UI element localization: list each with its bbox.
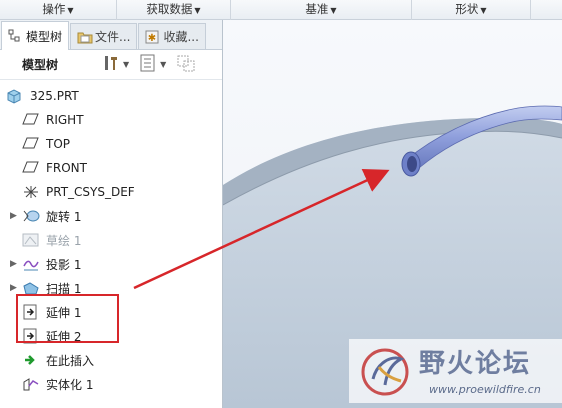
tree-item-top[interactable]: TOP: [0, 132, 222, 156]
svg-text:✱: ✱: [148, 33, 156, 44]
dropdown-caret-icon: ▼: [330, 6, 337, 15]
navigator-tabs: 模型树 文件... ✱ 收藏...: [0, 20, 222, 50]
insert-here-arrow-icon: [22, 352, 40, 368]
expand-arrow-icon[interactable]: ▶: [10, 283, 17, 293]
highlight-box: [16, 294, 119, 343]
dropdown-caret-icon: ▼: [123, 60, 130, 69]
menu-shapes[interactable]: 形状 ▼: [412, 0, 530, 20]
tree-tools-button[interactable]: ▼: [102, 54, 129, 75]
tree-item-revolve[interactable]: ▶ 旋转 1: [0, 204, 222, 228]
tab-model-tree[interactable]: 模型树: [1, 21, 70, 50]
dropdown-caret-icon: ▼: [160, 60, 167, 69]
folder-icon: [77, 30, 93, 44]
tree-settings-button[interactable]: ▼: [139, 54, 166, 75]
menu-datum[interactable]: 基准 ▼: [231, 0, 411, 20]
menu-operations[interactable]: 操作 ▼: [0, 0, 116, 20]
tree-root[interactable]: 325.PRT: [0, 84, 222, 108]
settings-list-icon: [139, 54, 157, 75]
tree-filter-button[interactable]: [176, 54, 196, 75]
datum-plane-icon: [22, 112, 40, 128]
toolbar-title: 模型树: [22, 58, 59, 72]
navigator-panel: 模型树 文件... ✱ 收藏... 模型树 ▼ ▼ 325.PRT RIGHT …: [0, 20, 223, 408]
tab-files[interactable]: 文件...: [70, 23, 138, 49]
coordinate-system-icon: [22, 184, 40, 200]
dropdown-caret-icon: ▼: [194, 6, 201, 15]
menu-get-data[interactable]: 获取数据 ▼: [117, 0, 230, 20]
filter-icon: [176, 54, 196, 75]
tab-favorites[interactable]: ✱ 收藏...: [138, 23, 206, 49]
menu-divider: [530, 0, 531, 20]
revolve-icon: [22, 208, 40, 224]
expand-arrow-icon[interactable]: ▶: [10, 259, 17, 269]
model-tree-icon: [8, 29, 22, 43]
datum-plane-icon: [22, 136, 40, 152]
tree-item-insert-here[interactable]: 在此插入: [0, 348, 222, 372]
model-tree-toolbar: 模型树 ▼ ▼: [0, 50, 222, 80]
tools-icon: [102, 54, 120, 75]
tree-item-csys[interactable]: PRT_CSYS_DEF: [0, 180, 222, 204]
solidify-icon: [22, 376, 40, 392]
dropdown-caret-icon: ▼: [480, 6, 487, 15]
forum-logo-icon: [357, 345, 417, 402]
tree-item-right[interactable]: RIGHT: [0, 108, 222, 132]
favorites-icon: ✱: [145, 30, 159, 44]
tree-item-projection[interactable]: ▶ 投影 1: [0, 252, 222, 276]
dropdown-caret-icon: ▼: [67, 6, 74, 15]
tree-item-front[interactable]: FRONT: [0, 156, 222, 180]
projection-icon: [22, 256, 40, 272]
part-icon: [6, 88, 24, 104]
tree-item-solidify[interactable]: 实体化 1: [0, 372, 222, 396]
watermark: 野火论坛 www.proewildfire.cn: [349, 339, 562, 403]
sketch-icon: [22, 232, 40, 248]
model-tree: 325.PRT RIGHT TOP FRONT PRT_CSYS_DEF ▶ 旋…: [0, 80, 222, 396]
watermark-url: www.proewildfire.cn: [429, 383, 541, 396]
watermark-title: 野火论坛: [419, 349, 532, 379]
tree-item-sketch[interactable]: 草绘 1: [0, 228, 222, 252]
datum-plane-icon: [22, 160, 40, 176]
expand-arrow-icon[interactable]: ▶: [10, 211, 17, 221]
ribbon-group-bar: 操作 ▼ 获取数据 ▼ 基准 ▼ 形状 ▼: [0, 0, 562, 20]
